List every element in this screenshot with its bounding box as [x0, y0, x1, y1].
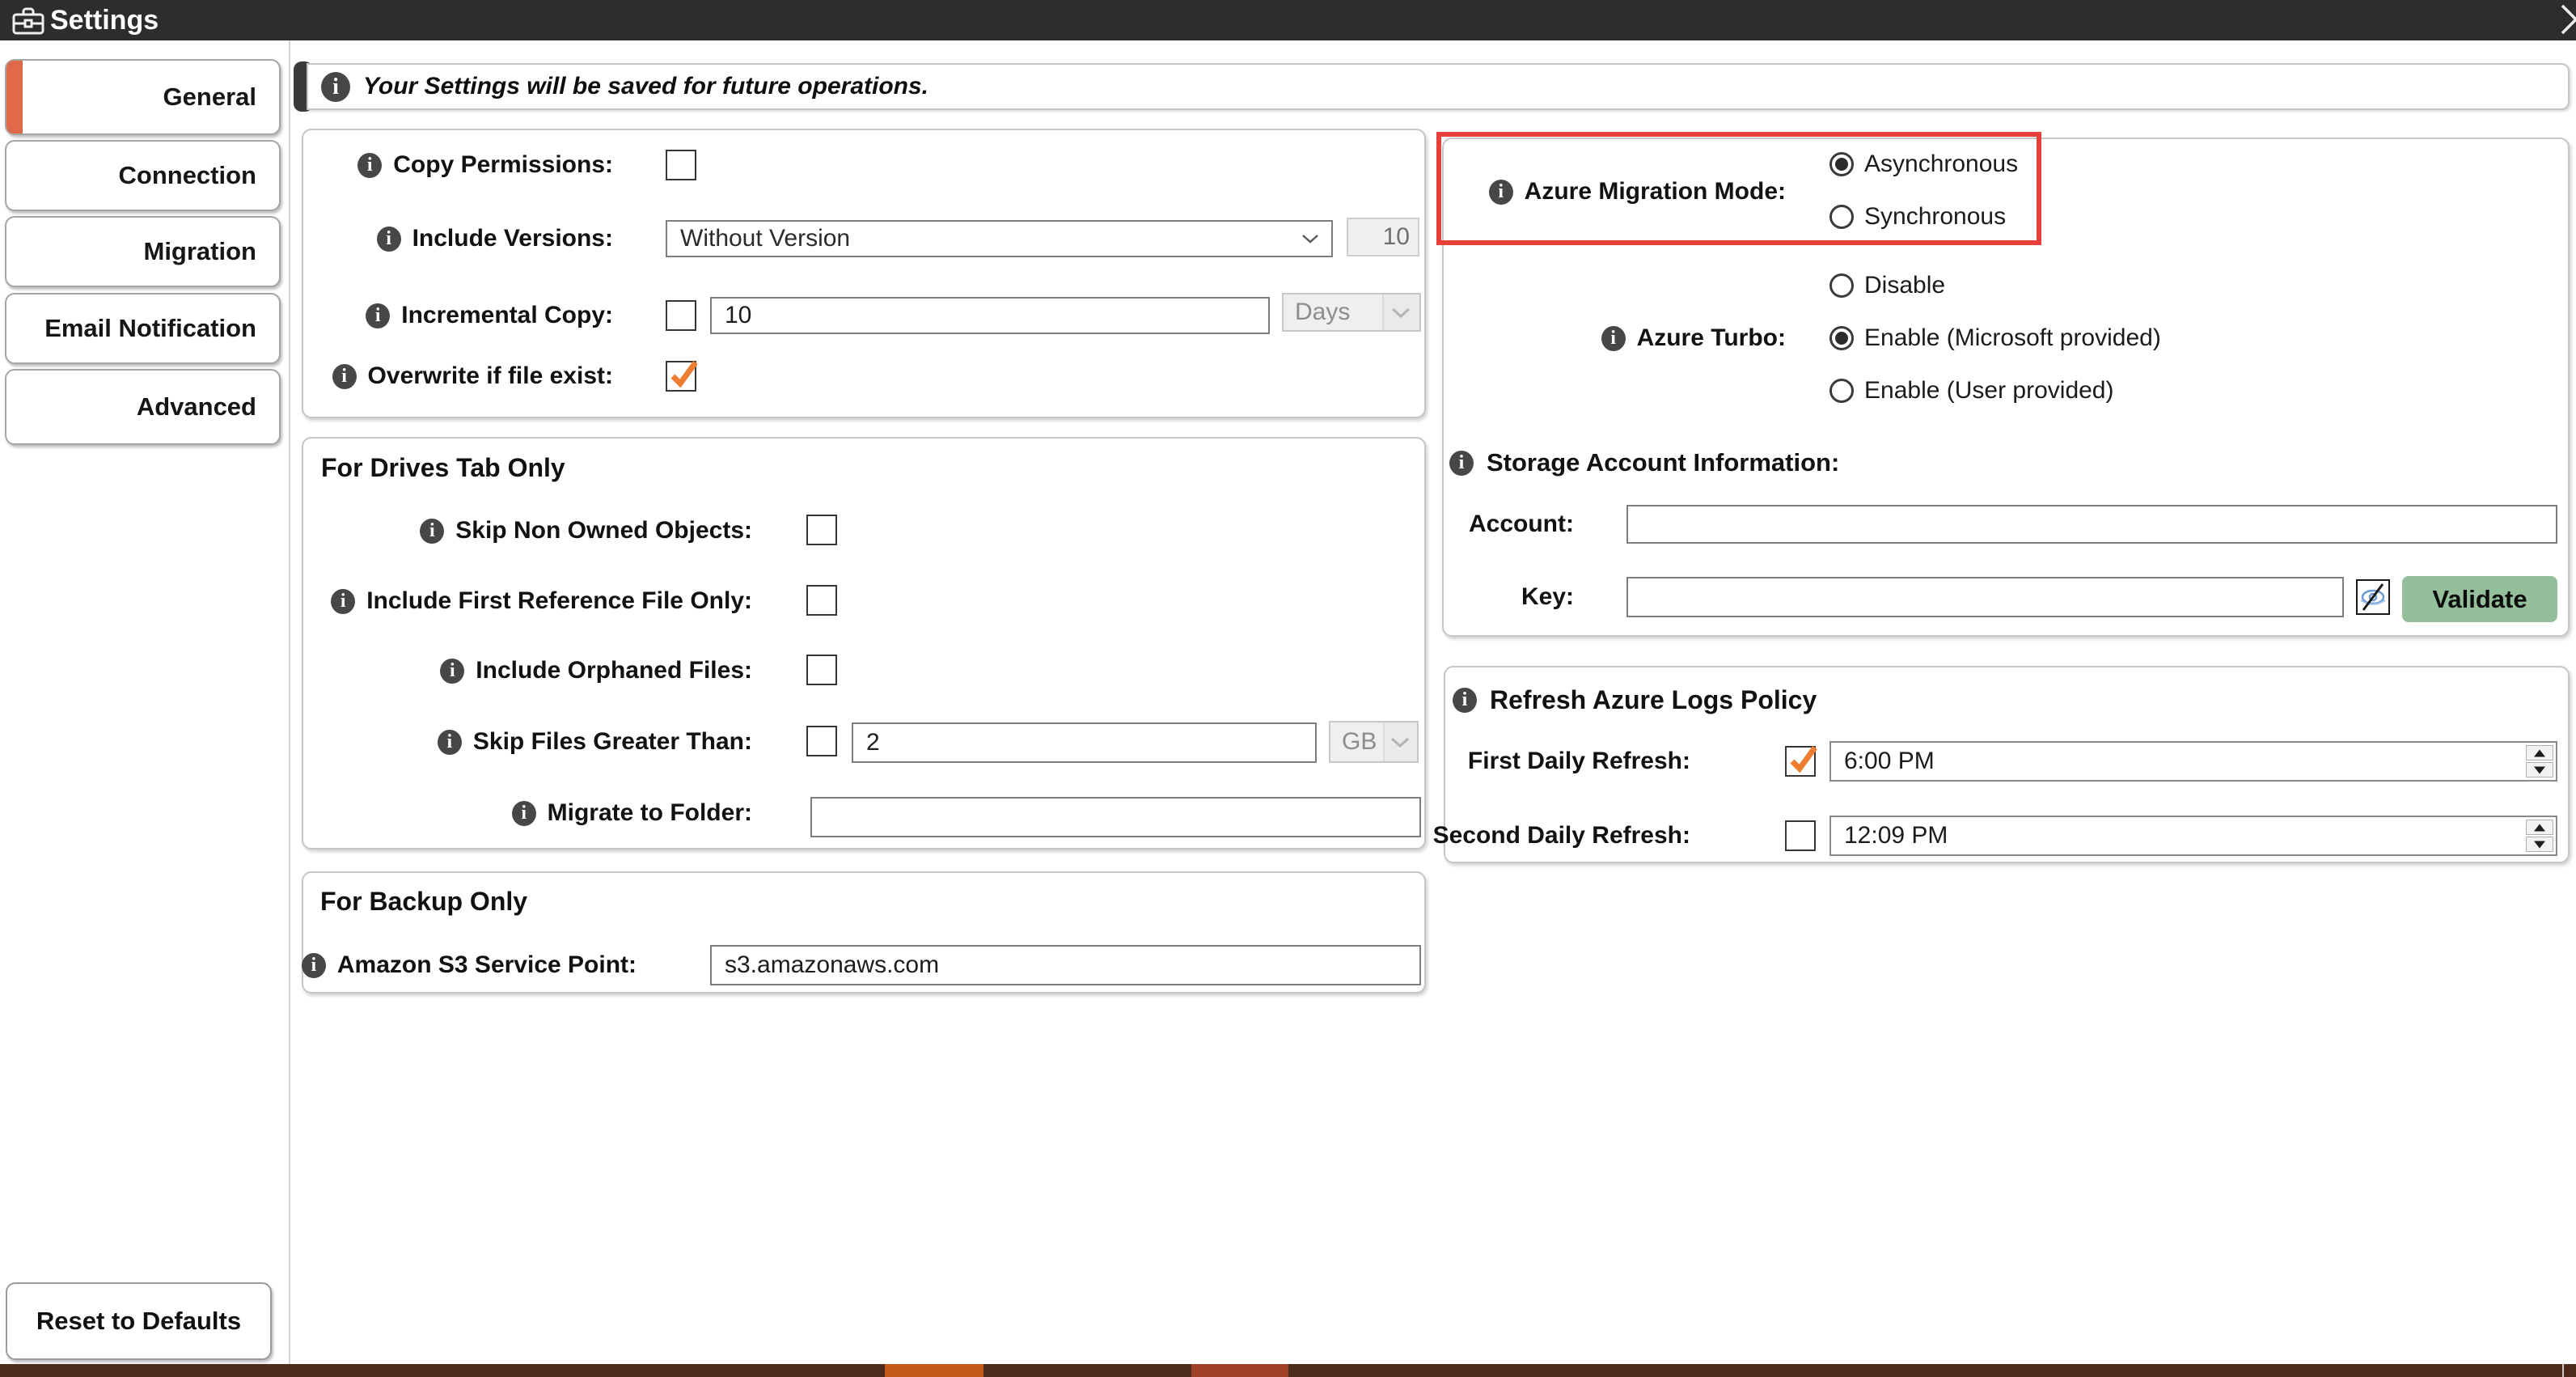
s3-service-point-input[interactable] [710, 945, 1421, 985]
skip-non-owned-label: i Skip Non Owned Objects: [310, 515, 752, 547]
azure-turbo-label: i Azure Turbo: [1456, 322, 1786, 354]
include-versions-select[interactable]: Without Version [666, 220, 1333, 257]
refresh-logs-heading: i Refresh Azure Logs Policy [1453, 684, 2019, 716]
chevron-down-icon [1392, 308, 1410, 318]
info-icon: i [1449, 450, 1474, 476]
spin-up-icon [2526, 745, 2553, 761]
info-icon: i [357, 152, 383, 178]
info-icon: i [437, 729, 462, 755]
info-icon: i [332, 363, 357, 389]
overwrite-checkbox[interactable] [666, 360, 698, 392]
tab-email-notification[interactable]: Email Notification [5, 293, 281, 364]
spin-down-icon [2526, 837, 2553, 852]
include-first-ref-label: i Include First Reference File Only: [310, 585, 752, 617]
copy-permissions-checkbox[interactable] [666, 150, 696, 180]
bottom-taskbar-strip [0, 1364, 2576, 1377]
radio-synchronous-label: Synchronous [1864, 203, 2007, 230]
info-icon: i [366, 303, 391, 328]
time-spinner[interactable] [2526, 745, 2553, 777]
tab-connection[interactable]: Connection [5, 140, 281, 211]
info-banner: i Your Settings will be saved for future… [307, 63, 2570, 110]
radio-enable-user[interactable] [1829, 379, 1854, 403]
eye-slash-icon [2360, 583, 2386, 611]
close-icon[interactable] [2558, 2, 2576, 37]
overwrite-label: i Overwrite if file exist: [310, 360, 613, 392]
drives-group-title: For Drives Tab Only [321, 453, 565, 482]
show-key-button[interactable] [2356, 579, 2390, 615]
title-bar [0, 0, 2576, 40]
incremental-copy-value-input[interactable] [710, 297, 1270, 334]
info-icon: i [331, 588, 356, 614]
info-icon: i [1601, 325, 1626, 351]
spin-up-icon [2526, 820, 2553, 835]
radio-enable-user-label: Enable (User provided) [1864, 377, 2114, 404]
skip-files-unit-select: GB [1329, 721, 1419, 763]
incremental-copy-unit-select: Days [1282, 293, 1421, 332]
radio-disable[interactable] [1829, 273, 1854, 298]
radio-enable-microsoft[interactable] [1829, 326, 1854, 350]
radio-asynchronous[interactable] [1829, 152, 1854, 176]
first-daily-refresh-label: First Daily Refresh: [1467, 748, 1690, 774]
include-versions-label: i Include Versions: [310, 222, 613, 255]
include-orphaned-checkbox[interactable] [806, 655, 837, 685]
info-icon: i [321, 72, 350, 102]
copy-permissions-label: i Copy Permissions: [310, 149, 613, 181]
sidebar-divider [289, 40, 290, 1364]
skip-non-owned-checkbox[interactable] [806, 515, 837, 545]
skip-files-value-input[interactable] [852, 722, 1317, 763]
banner-text: Your Settings will be saved for future o… [363, 73, 928, 100]
incremental-copy-checkbox[interactable] [666, 300, 696, 331]
second-daily-refresh-label: Second Daily Refresh: [1432, 822, 1690, 849]
key-label: Key: [1521, 583, 1574, 610]
versions-count-field: 10 [1347, 218, 1419, 256]
second-daily-refresh-time[interactable]: 12:09 PM [1829, 816, 2557, 856]
backup-group-title: For Backup Only [320, 887, 528, 916]
info-icon: i [1453, 687, 1477, 713]
migrate-to-folder-input[interactable] [810, 797, 1421, 837]
taskbar-orange-segment [885, 1364, 983, 1377]
key-input[interactable] [1626, 577, 2344, 617]
info-icon: i [511, 800, 536, 826]
first-daily-refresh-checkbox[interactable] [1785, 745, 1817, 777]
tab-advanced[interactable]: Advanced [5, 369, 281, 445]
skip-files-greater-checkbox[interactable] [806, 726, 837, 756]
validate-button[interactable]: Validate [2402, 576, 2557, 622]
radio-asynchronous-label: Asynchronous [1864, 150, 2019, 177]
taskbar-edge-line [2562, 1364, 2564, 1377]
chevron-down-icon [1302, 235, 1318, 244]
spin-down-icon [2526, 762, 2553, 777]
active-tab-accent [6, 61, 23, 133]
taskbar-brick-segment [1191, 1364, 1288, 1377]
info-icon: i [420, 518, 445, 544]
chevron-down-icon [1391, 738, 1409, 748]
storage-account-heading: i Storage Account Information: [1449, 447, 1935, 479]
include-first-ref-checkbox[interactable] [806, 585, 837, 616]
settings-window-icon [12, 7, 44, 35]
include-orphaned-label: i Include Orphaned Files: [310, 655, 752, 687]
time-spinner[interactable] [2526, 820, 2553, 852]
info-icon: i [301, 952, 326, 978]
info-icon: i [1488, 179, 1513, 205]
azure-migration-mode-label: i Azure Migration Mode: [1456, 176, 1786, 208]
reset-to-defaults-button[interactable]: Reset to Defaults [6, 1282, 272, 1360]
tab-general[interactable]: General [5, 59, 281, 135]
tab-migration[interactable]: Migration [5, 216, 281, 287]
skip-files-greater-label: i Skip Files Greater Than: [310, 726, 752, 758]
info-icon: i [376, 226, 401, 252]
account-input[interactable] [1626, 505, 2557, 544]
first-daily-refresh-time[interactable]: 6:00 PM [1829, 741, 2557, 782]
radio-disable-label: Disable [1864, 272, 1946, 299]
account-label: Account: [1469, 511, 1574, 537]
incremental-copy-label: i Incremental Copy: [310, 299, 613, 332]
info-icon: i [440, 658, 465, 684]
radio-synchronous[interactable] [1829, 205, 1854, 229]
radio-enable-microsoft-label: Enable (Microsoft provided) [1864, 324, 2161, 351]
s3-service-point-label: i Amazon S3 Service Point: [301, 949, 637, 981]
window-title: Settings [50, 5, 159, 36]
migrate-to-folder-label: i Migrate to Folder: [310, 797, 752, 829]
drives-group [302, 437, 1426, 850]
second-daily-refresh-checkbox[interactable] [1785, 820, 1816, 851]
